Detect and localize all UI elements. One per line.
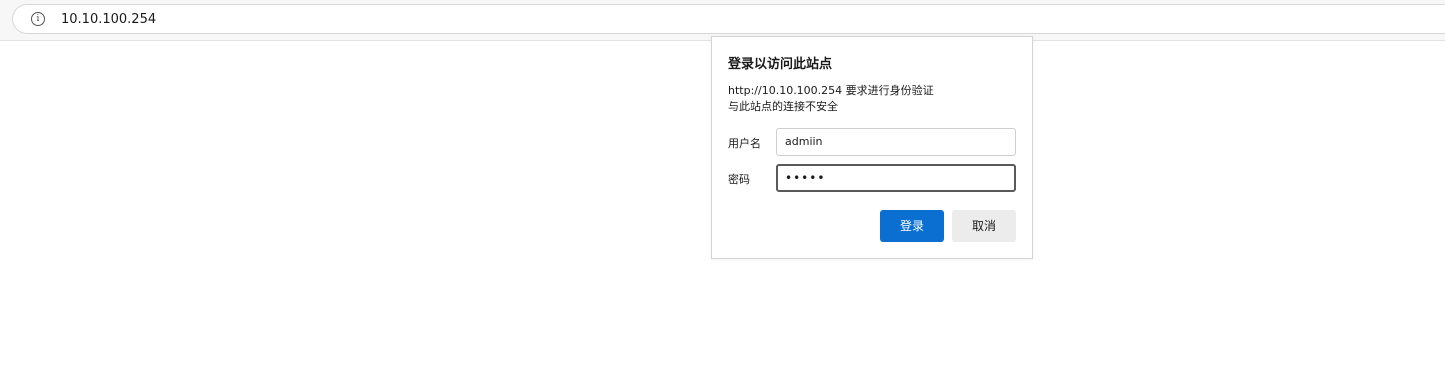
- dialog-message-auth-required: http://10.10.100.254 要求进行身份验证: [728, 84, 934, 97]
- cancel-button[interactable]: 取消: [952, 210, 1016, 242]
- password-label: 密码: [728, 173, 750, 186]
- dialog-title: 登录以访问此站点: [728, 57, 833, 72]
- login-button[interactable]: 登录: [880, 210, 944, 242]
- password-field[interactable]: •••••: [776, 164, 1016, 192]
- dialog-message-insecure: 与此站点的连接不安全: [728, 100, 838, 113]
- url-text[interactable]: 10.10.100.254: [61, 11, 156, 29]
- address-bar[interactable]: i 10.10.100.254: [12, 4, 1445, 34]
- info-icon[interactable]: i: [31, 12, 45, 26]
- username-field[interactable]: admiin: [776, 128, 1016, 156]
- browser-toolbar: i 10.10.100.254: [0, 0, 1445, 41]
- username-label: 用户名: [728, 137, 761, 150]
- auth-dialog: 登录以访问此站点 http://10.10.100.254 要求进行身份验证 与…: [711, 36, 1033, 259]
